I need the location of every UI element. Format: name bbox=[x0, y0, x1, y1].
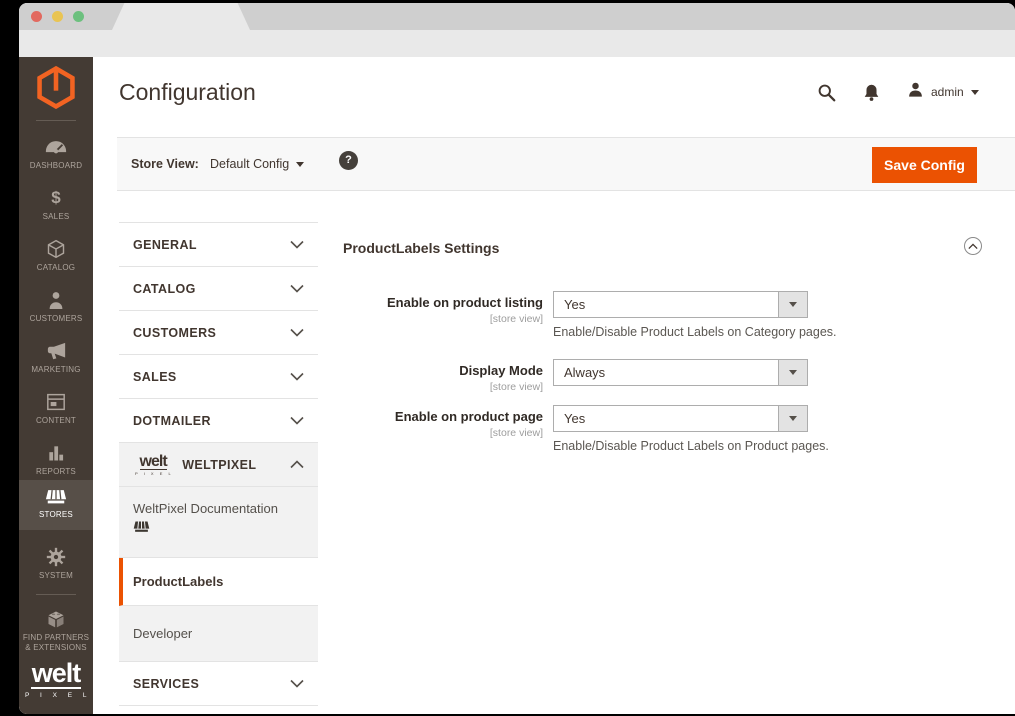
window-controls bbox=[31, 11, 84, 22]
search-icon[interactable] bbox=[817, 83, 836, 102]
cube-icon bbox=[19, 238, 93, 260]
page-actions-bar: Store View: Default Config ? Save Config bbox=[117, 137, 1015, 191]
bar-chart-icon bbox=[19, 442, 93, 464]
chevron-down-icon bbox=[971, 90, 979, 95]
sidebar-item-sales[interactable]: $ SALES bbox=[19, 182, 93, 233]
layout-icon bbox=[19, 391, 93, 413]
field-note: Enable/Disable Product Labels on Categor… bbox=[553, 325, 837, 339]
save-config-button[interactable]: Save Config bbox=[872, 147, 977, 183]
select-caret-icon bbox=[778, 360, 807, 385]
sidebar-item-customers[interactable]: CUSTOMERS bbox=[19, 284, 93, 335]
close-button[interactable] bbox=[31, 11, 42, 22]
chevron-down-icon bbox=[290, 284, 304, 293]
sidebar-item-content[interactable]: CONTENT bbox=[19, 386, 93, 437]
minimize-button[interactable] bbox=[52, 11, 63, 22]
sidebar-divider bbox=[36, 594, 76, 595]
admin-sidebar: DASHBOARD $ SALES CATALOG CUSTOMERS bbox=[19, 57, 93, 714]
field-scope: [store view] bbox=[210, 313, 543, 325]
field-label: Enable on product page bbox=[395, 409, 543, 424]
sidebar-item-system[interactable]: SYSTEM bbox=[19, 541, 93, 592]
person-icon bbox=[19, 289, 93, 311]
sidebar-item-stores[interactable]: STORES bbox=[19, 480, 93, 530]
megaphone-icon bbox=[19, 340, 93, 362]
select-caret-icon bbox=[778, 406, 807, 431]
nav-section-services[interactable]: SERVICES bbox=[119, 662, 318, 706]
admin-header-actions: admin bbox=[817, 81, 979, 103]
panel-title: ProductLabels Settings bbox=[343, 240, 499, 256]
chevron-down-icon bbox=[290, 328, 304, 337]
help-icon[interactable]: ? bbox=[339, 151, 358, 170]
display-mode-select[interactable]: Always bbox=[553, 359, 808, 386]
magento-logo-icon[interactable] bbox=[19, 66, 93, 114]
store-view-label: Store View: bbox=[131, 157, 199, 171]
brick-icon bbox=[19, 608, 93, 630]
nav-item-productlabels[interactable]: ProductLabels bbox=[119, 558, 318, 606]
weltpixel-logo: welt P I X E L bbox=[19, 660, 93, 699]
browser-tab[interactable] bbox=[112, 3, 250, 30]
zoom-button[interactable] bbox=[73, 11, 84, 22]
sidebar-item-marketing[interactable]: MARKETING bbox=[19, 335, 93, 386]
chevron-down-icon bbox=[290, 240, 304, 249]
storefront-icon bbox=[19, 485, 93, 507]
dollar-icon: $ bbox=[19, 187, 93, 209]
select-caret-icon bbox=[778, 292, 807, 317]
magento-admin-page: DASHBOARD $ SALES CATALOG CUSTOMERS bbox=[19, 57, 1015, 714]
user-icon bbox=[907, 81, 924, 103]
storefront-icon bbox=[133, 520, 304, 538]
nav-item-developer[interactable]: Developer bbox=[119, 606, 318, 662]
field-scope: [store view] bbox=[210, 381, 543, 393]
chevron-down-icon bbox=[296, 162, 304, 167]
main-content: Configuration admin Store View bbox=[93, 57, 1015, 714]
sidebar-item-dashboard[interactable]: DASHBOARD bbox=[19, 131, 93, 182]
enable-product-listing-select[interactable]: Yes bbox=[553, 291, 808, 318]
nav-section-weltpixel[interactable]: welt P I X E L WELTPIXEL bbox=[119, 443, 318, 487]
chevron-up-icon bbox=[290, 460, 304, 469]
weltpixel-mini-logo: welt P I X E L bbox=[133, 453, 173, 476]
gauge-icon bbox=[19, 136, 93, 158]
field-label: Display Mode bbox=[459, 363, 543, 378]
browser-titlebar bbox=[19, 3, 1015, 30]
nav-section-general[interactable]: GENERAL bbox=[119, 223, 318, 267]
chevron-up-icon bbox=[968, 243, 978, 250]
enable-product-page-select[interactable]: Yes bbox=[553, 405, 808, 432]
sidebar-item-catalog[interactable]: CATALOG bbox=[19, 233, 93, 284]
store-view-switcher[interactable]: Default Config bbox=[210, 157, 304, 171]
desktop-background: DASHBOARD $ SALES CATALOG CUSTOMERS bbox=[0, 0, 1015, 716]
chevron-down-icon bbox=[290, 679, 304, 688]
page-title: Configuration bbox=[119, 79, 256, 106]
nav-item-weltpixel-documentation[interactable]: WeltPixel Documentation bbox=[119, 487, 318, 558]
admin-username: admin bbox=[931, 85, 964, 99]
browser-toolbar bbox=[19, 30, 1015, 57]
sidebar-divider bbox=[36, 120, 76, 121]
field-note: Enable/Disable Product Labels on Product… bbox=[553, 439, 829, 453]
collapse-section-button[interactable] bbox=[964, 237, 982, 255]
user-menu[interactable]: admin bbox=[907, 81, 979, 103]
sidebar-item-find-partners[interactable]: FIND PARTNERS & EXTENSIONS bbox=[19, 603, 93, 661]
gear-icon bbox=[19, 546, 93, 568]
field-label: Enable on product listing bbox=[387, 295, 543, 310]
notifications-icon[interactable] bbox=[863, 83, 880, 102]
browser-window: DASHBOARD $ SALES CATALOG CUSTOMERS bbox=[19, 3, 1015, 714]
field-scope: [store view] bbox=[210, 427, 543, 439]
